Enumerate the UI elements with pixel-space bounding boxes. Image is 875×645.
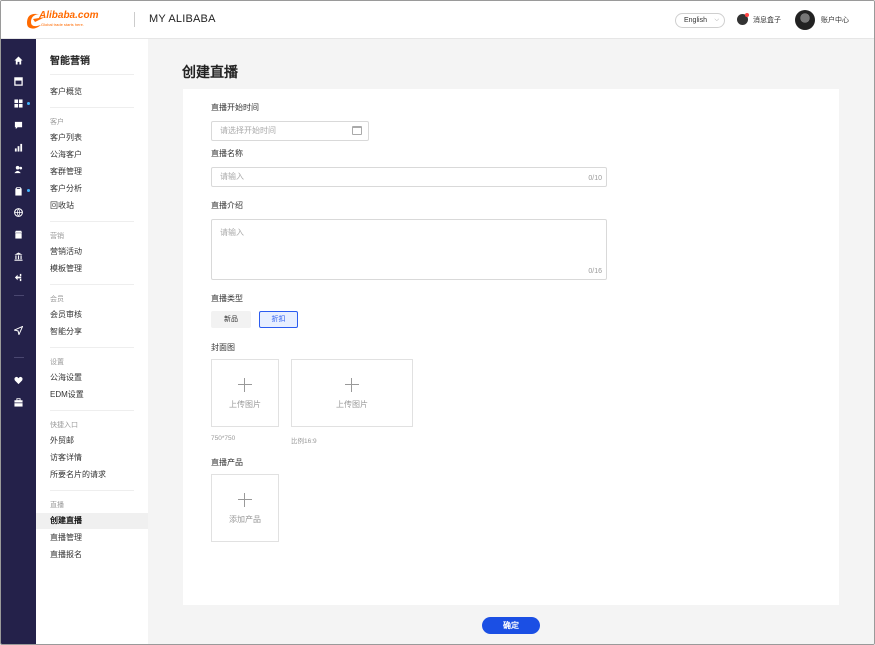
cover-label: 封面图	[211, 343, 235, 352]
plus-icon	[238, 493, 252, 507]
heart-icon[interactable]	[14, 376, 23, 385]
plus-icon	[345, 378, 359, 392]
chevron-down-icon: ⌵	[714, 17, 719, 23]
cover-upload-wide[interactable]: 上传图片	[291, 359, 413, 427]
start-time-input[interactable]: 请选择开始时间	[211, 121, 369, 141]
store-icon[interactable]	[14, 77, 23, 86]
confirm-button[interactable]: 确定	[482, 617, 540, 634]
language-value: English	[684, 17, 707, 24]
sidebar-divider	[50, 107, 134, 108]
cover-hint-wide: 比例16:9	[291, 438, 317, 445]
type-label: 直播类型	[211, 294, 243, 303]
type-option-new[interactable]: 新品	[211, 311, 251, 328]
sidebar-item-recycle[interactable]: 回收站	[36, 198, 148, 214]
messages-link[interactable]: 消息盒子	[753, 15, 781, 25]
shop-icon[interactable]	[14, 230, 23, 239]
sidebar-group-customer: 客户	[50, 119, 64, 126]
type-option-discount[interactable]: 折扣	[259, 311, 298, 328]
avatar[interactable]	[795, 10, 815, 30]
sidebar-item-campaigns[interactable]: 营销活动	[36, 244, 148, 260]
start-time-label: 直播开始时间	[211, 103, 259, 112]
plus-icon	[238, 378, 252, 392]
send-icon[interactable]	[14, 326, 23, 335]
name-placeholder: 请输入	[220, 172, 244, 181]
sidebar-title: 智能营销	[50, 56, 90, 67]
upload-text: 上传图片	[336, 400, 368, 409]
sidebar-item-smart-share[interactable]: 智能分享	[36, 324, 148, 340]
globe-icon[interactable]	[14, 208, 23, 217]
app-window: Alibaba.com Global trade starts here. MY…	[0, 0, 875, 645]
add-product-box[interactable]: 添加产品	[211, 474, 279, 542]
name-char-counter: 0/10	[588, 175, 602, 182]
upload-text: 上传图片	[229, 400, 261, 409]
add-product-text: 添加产品	[229, 515, 261, 524]
apps-notification-dot	[27, 102, 30, 105]
sidebar-group-shortcuts: 快捷入口	[50, 422, 78, 429]
sidebar-divider	[50, 490, 134, 491]
sidebar-divider	[50, 284, 134, 285]
sidebar-item-manage-live[interactable]: 直播管理	[36, 530, 148, 546]
chat-icon[interactable]	[14, 121, 23, 130]
sidebar-item-create-live[interactable]: 创建直播	[36, 513, 148, 529]
cover-upload-square[interactable]: 上传图片	[211, 359, 279, 427]
sidebar-divider	[50, 410, 134, 411]
sidebar-item-edm-settings[interactable]: EDM设置	[36, 387, 148, 403]
account-center-link[interactable]: 账户中心	[821, 15, 849, 25]
start-time-placeholder: 请选择开始时间	[220, 126, 276, 135]
top-header: Alibaba.com Global trade starts here. MY…	[1, 1, 874, 39]
logo-text[interactable]: Alibaba.com	[39, 10, 98, 21]
language-select[interactable]: English ⌵	[675, 13, 725, 28]
chart-icon[interactable]	[14, 143, 23, 152]
rail-divider	[14, 295, 24, 296]
sidebar-item-member-review[interactable]: 会员审核	[36, 307, 148, 323]
clipboard-icon[interactable]	[14, 187, 23, 196]
live-intro-textarea[interactable]: 请输入 0/16	[211, 219, 607, 280]
bank-icon[interactable]	[14, 252, 23, 261]
sidebar-item-trade-mail[interactable]: 外贸邮	[36, 433, 148, 449]
briefcase-icon[interactable]	[14, 398, 23, 407]
sidebar-item-templates[interactable]: 模板管理	[36, 261, 148, 277]
sidebar-group-member: 会员	[50, 296, 64, 303]
calendar-icon[interactable]	[352, 126, 362, 135]
sidebar-item-analysis[interactable]: 客户分析	[36, 181, 148, 197]
sidebar-item-public-settings[interactable]: 公海设置	[36, 370, 148, 386]
app-title[interactable]: MY ALIBABA	[149, 13, 216, 25]
sidebar-item-public-customers[interactable]: 公海客户	[36, 147, 148, 163]
logo-tagline: Global trade starts here.	[41, 22, 84, 27]
users-icon[interactable]	[14, 165, 23, 174]
intro-char-counter: 0/16	[588, 268, 602, 275]
sidebar-item-card-requests[interactable]: 所要名片的请求	[36, 467, 148, 483]
live-name-input[interactable]: 请输入 0/10	[211, 167, 607, 187]
sidebar-group-marketing: 营销	[50, 233, 64, 240]
sidebar-item-segments[interactable]: 客群管理	[36, 164, 148, 180]
header-divider	[134, 12, 135, 27]
name-label: 直播名称	[211, 149, 243, 158]
sidebar-item-overview[interactable]: 客户概览	[36, 84, 148, 100]
sidebar-item-visitor-detail[interactable]: 访客详情	[36, 450, 148, 466]
intro-placeholder: 请输入	[220, 228, 244, 237]
main-content: 创建直播 直播开始时间 请选择开始时间 直播名称 请输入 0/10 直播介绍 请…	[148, 39, 874, 644]
cover-hint-square: 750*750	[211, 435, 236, 442]
product-label: 直播产品	[211, 458, 243, 467]
home-icon[interactable]	[14, 56, 23, 65]
sidebar-group-live: 直播	[50, 502, 64, 509]
intro-label: 直播介绍	[211, 201, 243, 210]
sidebar-item-live-signup[interactable]: 直播报名	[36, 547, 148, 563]
sidebar-divider	[50, 74, 134, 75]
icon-rail	[1, 39, 36, 644]
apps-icon[interactable]	[14, 99, 23, 108]
sidebar-divider	[50, 221, 134, 222]
clipboard-notification-dot	[27, 189, 30, 192]
page-title: 创建直播	[182, 64, 238, 80]
rail-divider	[14, 357, 24, 358]
sidebar-item-customer-list[interactable]: 客户列表	[36, 130, 148, 146]
transfer-icon[interactable]	[14, 273, 23, 282]
notification-bell-icon[interactable]	[737, 13, 749, 25]
sidebar: 智能营销 客户概览 客户 客户列表 公海客户 客群管理 客户分析 回收站 营销 …	[36, 39, 148, 644]
sidebar-divider	[50, 347, 134, 348]
sidebar-group-settings: 设置	[50, 359, 64, 366]
create-live-form: 直播开始时间 请选择开始时间 直播名称 请输入 0/10 直播介绍 请输入 0/…	[183, 89, 839, 605]
